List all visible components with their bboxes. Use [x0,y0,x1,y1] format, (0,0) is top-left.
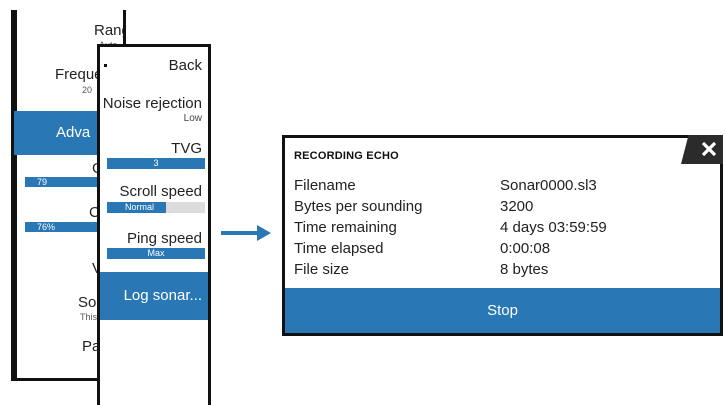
menu-item-noise-rejection[interactable]: Noise rejection [103,95,202,112]
sonar-submenu: Back Noise rejection Low TVG 3 Scroll sp… [97,44,211,405]
menu-item-frequency[interactable]: Freque [55,66,103,83]
menu-item-ping-speed[interactable]: Ping speed [127,230,202,247]
filename-value: Sonar0000.sl3 [500,177,597,194]
file-size-value: 8 bytes [500,261,549,278]
recording-echo-dialog: RECORDING ECHO Filename Sonar0000.sl3 By… [282,135,723,336]
back-button[interactable]: Back [169,57,202,74]
close-icon [701,141,717,157]
menu-item-range[interactable]: Range [94,22,123,39]
menu-item-advanced-label: Adva [56,124,91,141]
time-remaining-value: 4 days 03:59:59 [500,219,607,236]
ping-speed-slider[interactable]: Max [107,248,205,259]
gain-slider-value: 79 [37,177,48,187]
menu-item-frequency-value: 20 [82,85,93,95]
color-slider-value: 76% [37,222,56,232]
time-elapsed-value: 0:00:08 [500,240,551,257]
filename-label: Filename [294,177,356,194]
close-button[interactable] [681,135,723,164]
menu-item-tvg[interactable]: TVG [171,140,202,157]
back-indicator-icon [104,64,107,67]
tvg-slider[interactable]: 3 [107,158,205,169]
tvg-slider-value: 3 [153,158,159,168]
scroll-speed-slider[interactable]: Normal [107,202,205,213]
stop-button[interactable]: Stop [285,288,720,333]
time-remaining-label: Time remaining [294,219,397,236]
bytes-per-sounding-value: 3200 [500,198,534,215]
menu-item-source-value: This [80,312,98,322]
bytes-per-sounding-label: Bytes per sounding [294,198,423,215]
log-sonar-label: Log sonar... [123,287,202,304]
file-size-label: File size [294,261,350,278]
menu-item-scroll-speed[interactable]: Scroll speed [119,183,202,200]
dialog-title: RECORDING ECHO [294,150,399,162]
time-elapsed-label: Time elapsed [294,240,384,257]
scroll-speed-slider-value: Normal [125,202,155,212]
ping-speed-slider-value: Max [147,248,165,258]
menu-item-log-sonar[interactable]: Log sonar... [100,272,208,320]
noise-rejection-value: Low [183,113,202,124]
arrow-right-icon [221,225,271,241]
